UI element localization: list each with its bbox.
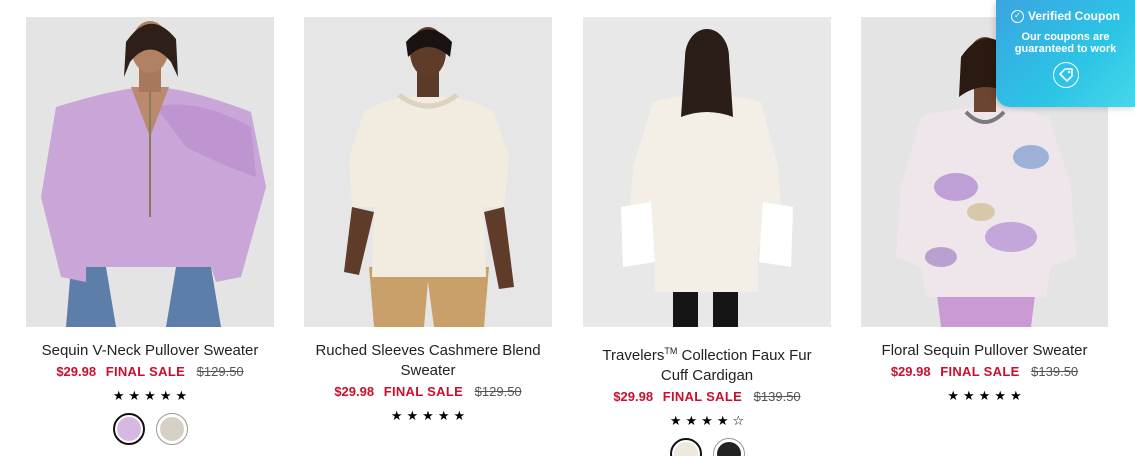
- star-filled-icon: ★: [453, 408, 470, 423]
- star-filled-icon: ★: [994, 388, 1010, 403]
- check-circle-icon: ✓: [1010, 9, 1024, 23]
- original-price: $129.50: [474, 384, 522, 399]
- star-rating: ★★★★★: [26, 388, 274, 404]
- sale-price: $29.98: [613, 389, 654, 404]
- price-tag-icon[interactable]: [1052, 62, 1079, 88]
- star-filled-icon: ★: [128, 388, 145, 403]
- original-price: $139.50: [753, 389, 801, 404]
- final-sale-badge: FINAL SALE: [940, 364, 1020, 379]
- star-empty-icon: ☆: [732, 413, 749, 428]
- star-filled-icon: ★: [390, 408, 407, 423]
- product-image[interactable]: [583, 17, 831, 327]
- product-image[interactable]: [304, 17, 552, 327]
- price-row: $29.98 FINAL SALE $139.50: [861, 363, 1108, 381]
- price-row: $29.98 FINAL SALE $129.50: [304, 383, 552, 401]
- star-filled-icon: ★: [978, 388, 995, 403]
- star-filled-icon: ★: [437, 408, 454, 423]
- star-filled-icon: ★: [669, 413, 686, 428]
- star-filled-icon: ★: [685, 413, 702, 428]
- product-name[interactable]: Floral Sequin Pullover Sweater: [861, 341, 1108, 361]
- color-swatches: [26, 413, 274, 445]
- verified-coupon-widget[interactable]: ✓ Verified Coupon Our coupons are guaran…: [996, 0, 1135, 107]
- product-name[interactable]: Ruched Sleeves Cashmere Blend Sweater: [304, 341, 552, 381]
- swatch-color: [159, 417, 184, 441]
- star-filled-icon: ★: [406, 408, 423, 423]
- product-card: Ruched Sleeves Cashmere Blend Sweater $2…: [304, 17, 552, 424]
- sale-price: $29.98: [890, 364, 931, 379]
- star-rating: ★★★★★: [861, 388, 1108, 404]
- star-filled-icon: ★: [701, 413, 717, 428]
- star-filled-icon: ★: [947, 388, 964, 403]
- swatch-color: [716, 442, 741, 456]
- star-filled-icon: ★: [144, 388, 160, 403]
- sale-price: $29.98: [334, 384, 375, 399]
- final-sale-badge: FINAL SALE: [105, 364, 186, 379]
- star-filled-icon: ★: [175, 388, 192, 403]
- star-filled-icon: ★: [159, 388, 176, 403]
- product-grid: Sequin V-Neck Pullover Sweater $29.98 FI…: [0, 0, 1135, 456]
- product-image[interactable]: [26, 17, 274, 327]
- product-name[interactable]: TravelersTM Collection Faux Fur Cuff Car…: [583, 341, 831, 386]
- color-swatch[interactable]: [669, 438, 702, 456]
- product-card: TravelersTM Collection Faux Fur Cuff Car…: [583, 17, 831, 456]
- star-filled-icon: ★: [422, 408, 438, 423]
- color-swatch[interactable]: [155, 413, 188, 445]
- final-sale-badge: FINAL SALE: [662, 389, 743, 404]
- swatch-color: [116, 417, 141, 441]
- price-row: $29.98 FINAL SALE $139.50: [583, 388, 831, 406]
- star-rating: ★★★★☆: [583, 413, 831, 429]
- color-swatches: [583, 438, 831, 456]
- product-card: Sequin V-Neck Pullover Sweater $29.98 FI…: [26, 17, 274, 445]
- price-row: $29.98 FINAL SALE $129.50: [26, 363, 274, 381]
- star-filled-icon: ★: [112, 388, 129, 403]
- coupon-subtitle: Our coupons are guaranteed to work: [1014, 31, 1117, 55]
- star-filled-icon: ★: [1009, 388, 1026, 403]
- swatch-color: [673, 442, 698, 456]
- color-swatch[interactable]: [712, 438, 745, 456]
- original-price: $139.50: [1031, 364, 1079, 379]
- coupon-title: ✓ Verified Coupon: [996, 9, 1135, 23]
- sale-price: $29.98: [56, 364, 97, 379]
- final-sale-badge: FINAL SALE: [383, 384, 464, 399]
- star-filled-icon: ★: [716, 413, 733, 428]
- product-name[interactable]: Sequin V-Neck Pullover Sweater: [26, 341, 274, 361]
- color-swatch[interactable]: [112, 413, 145, 445]
- star-rating: ★★★★★: [304, 408, 552, 424]
- star-filled-icon: ★: [963, 388, 979, 403]
- original-price: $129.50: [196, 364, 244, 379]
